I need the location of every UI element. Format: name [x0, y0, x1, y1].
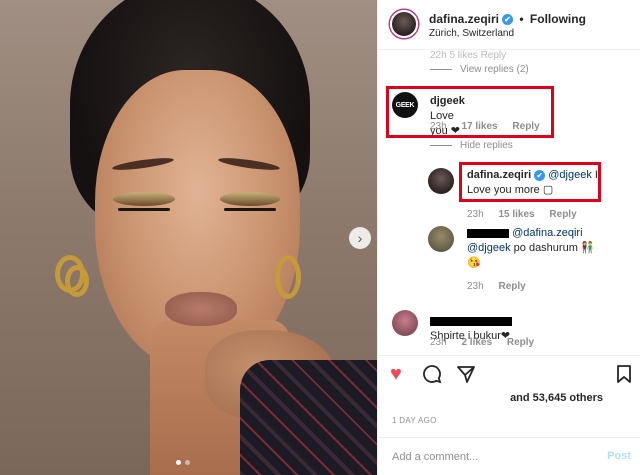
photo-sleeve [240, 360, 377, 475]
reply-button[interactable]: Reply [498, 281, 525, 292]
share-icon[interactable] [456, 364, 476, 388]
hide-replies-button[interactable]: Hide replies [430, 140, 513, 151]
reply-mention-2[interactable]: @djgeek [467, 242, 511, 254]
likes-count[interactable]: and 53,645 others [378, 392, 640, 404]
comment-likes[interactable]: 2 likes [461, 337, 492, 348]
reply-button[interactable]: Reply [507, 337, 534, 348]
author-username[interactable]: dafina.zeqiri [429, 12, 499, 26]
post-comment-button[interactable]: Post [607, 450, 631, 462]
comment-icon[interactable] [422, 364, 442, 388]
photo-lash-left [118, 208, 170, 211]
view-replies-button[interactable]: View replies (2) [430, 64, 529, 75]
reply-button[interactable]: Reply [549, 209, 576, 220]
post-location[interactable]: Zürich, Switzerland [429, 28, 514, 39]
photo-earring-right [275, 255, 301, 299]
redacted-username [467, 228, 509, 238]
reply-body-emoji: 😘 [467, 257, 481, 269]
heart-icon[interactable]: ♥ [390, 364, 402, 384]
bookmark-icon[interactable] [616, 364, 632, 388]
carousel-dots [176, 460, 190, 465]
next-photo-icon[interactable]: › [349, 227, 371, 249]
header-separator: • [519, 12, 524, 26]
comment-input[interactable] [392, 448, 592, 466]
carousel-dot-active [176, 460, 181, 465]
post-sidebar: dafina.zeqiri ✔ • Following Zürich, Switz… [377, 0, 640, 475]
action-bar: ♥ [378, 355, 640, 395]
verified-badge-icon: ✔ [502, 14, 514, 26]
comment-time[interactable]: 23h [430, 337, 447, 348]
following-button[interactable]: Following [530, 12, 586, 26]
post-photo[interactable]: › [0, 0, 377, 475]
reply-mention-1[interactable]: @dafina.zeqiri [512, 227, 582, 239]
photo-lips [165, 292, 237, 326]
highlight-box [386, 86, 554, 138]
redacted-username [430, 316, 512, 326]
author-line: dafina.zeqiri ✔ • Following [429, 12, 586, 26]
photo-lash-right [224, 208, 276, 211]
post-header: dafina.zeqiri ✔ • Following Zürich, Switz… [378, 0, 640, 50]
post-timestamp: 1 DAY AGO [392, 416, 437, 425]
highlight-box [459, 162, 601, 202]
reply-meta: 23h 15 likes Reply [467, 209, 589, 220]
add-comment-bar: Post [378, 437, 640, 475]
reply-likes[interactable]: 15 likes [498, 209, 534, 220]
cut-off-comment-meta: 22h 5 likes Reply [430, 50, 507, 61]
photo-eye-left [113, 192, 175, 206]
reply-author-avatar[interactable] [428, 168, 454, 194]
carousel-dot [185, 460, 190, 465]
comment-meta: 23h 2 likes Reply [430, 337, 546, 348]
reply-body: po dashurum 👫 [513, 242, 595, 254]
reply-time[interactable]: 23h [467, 281, 484, 292]
photo-eye-right [220, 192, 280, 206]
reply-text: @dafina.zeqiri @djgeek po dashurum 👫 😘 [467, 226, 607, 271]
author-avatar[interactable] [390, 10, 418, 38]
comments-list[interactable]: 22h 5 likes Reply View replies (2) GEEK … [378, 50, 640, 350]
reply-meta: 23h Reply [467, 281, 538, 292]
commenter-avatar[interactable] [392, 310, 418, 336]
photo-earring-left-inner [65, 265, 89, 297]
reply-avatar[interactable] [428, 226, 454, 252]
reply-time[interactable]: 23h [467, 209, 484, 220]
